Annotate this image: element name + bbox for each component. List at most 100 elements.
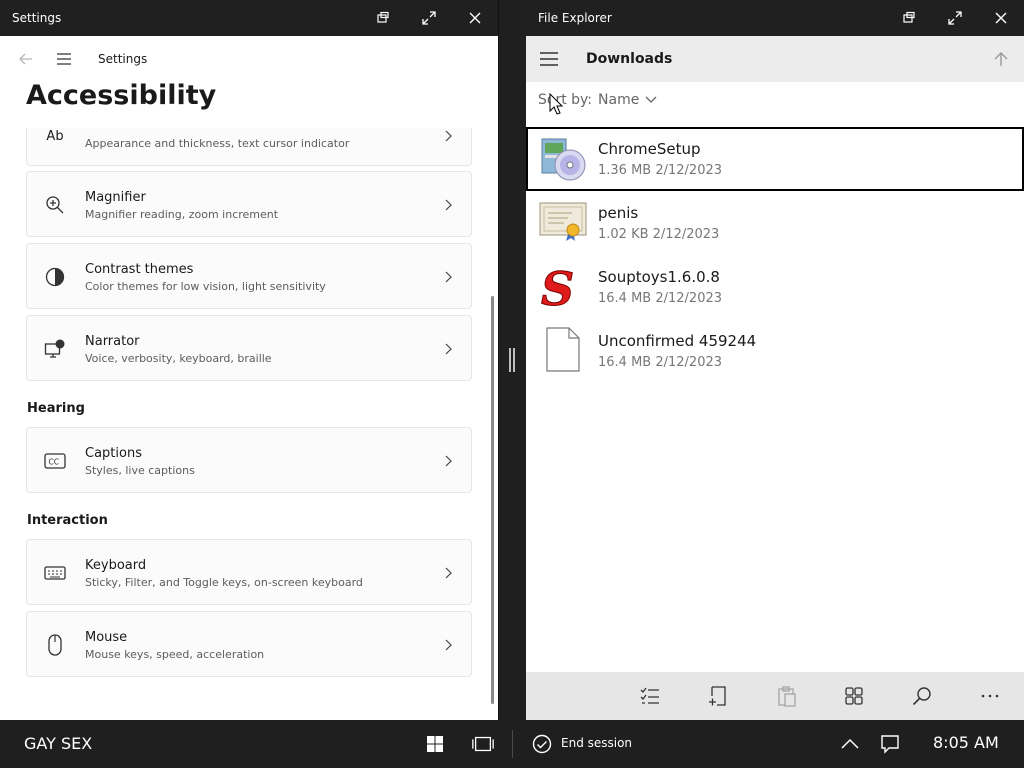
- file-meta: 16.4 MB 2/12/2023: [598, 355, 723, 370]
- keyboard-icon: [43, 562, 67, 584]
- installer-disc-icon: [541, 138, 586, 181]
- back-arrow-icon: [19, 53, 32, 65]
- window-splitter-handle[interactable]: [509, 348, 515, 372]
- taskbar-label: GAY SEX: [24, 734, 93, 753]
- chevron-right-icon: [445, 639, 452, 651]
- file-item-unconfirmed[interactable]: Unconfirmed 459244 16.4 MB 2/12/2023: [526, 319, 1024, 383]
- end-session-icon-button[interactable]: [530, 732, 554, 756]
- paste-button[interactable]: [752, 672, 820, 720]
- text-cursor-card[interactable]: Ab Appearance and thickness, text cursor…: [26, 128, 472, 166]
- settings-scrollbar[interactable]: [491, 296, 494, 704]
- settings-nav-title: Settings: [98, 52, 148, 66]
- snap-icon: [903, 11, 915, 23]
- chevron-right-icon: [445, 199, 452, 211]
- magnifier-subtitle: Magnifier reading, zoom increment: [85, 208, 279, 221]
- chevron-right-icon: [445, 455, 452, 467]
- settings-titlebar[interactable]: Settings: [0, 0, 498, 36]
- back-button[interactable]: [14, 47, 38, 71]
- mouse-title: Mouse: [85, 630, 128, 645]
- clipboard-icon: [778, 686, 796, 707]
- task-view-button[interactable]: [471, 732, 495, 756]
- show-hidden-icons-button[interactable]: [838, 732, 862, 756]
- file-item-chromesetup[interactable]: ChromeSetup 1.36 MB 2/12/2023: [526, 127, 1024, 191]
- captions-icon: CC: [43, 450, 67, 472]
- close-button[interactable]: [452, 0, 498, 36]
- file-name: penis: [598, 204, 639, 222]
- end-session-button[interactable]: End session: [561, 736, 632, 750]
- maximize-button[interactable]: [406, 0, 452, 36]
- more-options-button[interactable]: [956, 672, 1024, 720]
- narrator-icon: [43, 338, 67, 360]
- explorer-menu-button[interactable]: [526, 36, 572, 82]
- chevron-right-icon: [445, 567, 452, 579]
- chevron-right-icon: [445, 130, 452, 142]
- file-meta: 1.36 MB 2/12/2023: [598, 163, 723, 178]
- current-folder-title: Downloads: [586, 51, 673, 67]
- explorer-titlebar[interactable]: File Explorer: [526, 0, 1024, 36]
- sort-value: Name: [598, 92, 640, 108]
- file-item-penis[interactable]: penis 1.02 KB 2/12/2023: [526, 191, 1024, 255]
- blank-file-icon: [546, 327, 580, 372]
- up-folder-button[interactable]: [978, 36, 1024, 82]
- windows-logo-icon: [427, 736, 443, 752]
- magnifier-card[interactable]: Magnifier Magnifier reading, zoom increm…: [26, 171, 472, 237]
- mouse-icon: [43, 634, 67, 656]
- magnifier-icon: [43, 194, 67, 216]
- page-title: Accessibility: [26, 80, 217, 111]
- section-interaction: Interaction: [27, 513, 108, 528]
- svg-text:CC: CC: [49, 458, 59, 467]
- narrator-subtitle: Voice, verbosity, keyboard, braille: [85, 352, 272, 365]
- close-icon: [469, 12, 481, 24]
- task-view-icon: [472, 736, 494, 752]
- settings-window-title: Settings: [12, 11, 62, 25]
- file-name: ChromeSetup: [598, 140, 701, 158]
- start-button[interactable]: [423, 732, 447, 756]
- chevron-right-icon: [445, 343, 452, 355]
- contrast-themes-title: Contrast themes: [85, 262, 194, 277]
- file-meta: 16.4 MB 2/12/2023: [598, 291, 723, 306]
- settings-window: Settings Settings Accessibility Ab Appea…: [0, 0, 499, 720]
- close-button[interactable]: [978, 0, 1024, 36]
- captions-subtitle: Styles, live captions: [85, 464, 195, 477]
- action-center-button[interactable]: [878, 732, 902, 756]
- sort-label: Sort by:: [538, 92, 593, 108]
- view-button[interactable]: [820, 672, 888, 720]
- snap-button[interactable]: [886, 0, 932, 36]
- contrast-themes-card[interactable]: Contrast themes Color themes for low vis…: [26, 243, 472, 309]
- file-name: Souptoys1.6.0.8: [598, 268, 720, 286]
- file-list: ChromeSetup 1.36 MB 2/12/2023 penis 1.02…: [526, 127, 1024, 383]
- menu-button[interactable]: [52, 47, 76, 71]
- contrast-themes-subtitle: Color themes for low vision, light sensi…: [85, 280, 326, 293]
- section-hearing: Hearing: [27, 401, 85, 416]
- souptoys-s-icon: S: [541, 262, 575, 312]
- snap-button[interactable]: [360, 0, 406, 36]
- mouse-card[interactable]: Mouse Mouse keys, speed, acceleration: [26, 611, 472, 677]
- mouse-subtitle: Mouse keys, speed, acceleration: [85, 648, 265, 661]
- expand-icon: [422, 11, 436, 25]
- text-cursor-icon: Ab: [43, 128, 67, 147]
- narrator-card[interactable]: Narrator Voice, verbosity, keyboard, bra…: [26, 315, 472, 381]
- close-icon: [995, 12, 1007, 24]
- explorer-command-bar: [526, 672, 1024, 720]
- explorer-window-title: File Explorer: [538, 11, 612, 25]
- checklist-icon: [640, 687, 659, 704]
- maximize-button[interactable]: [932, 0, 978, 36]
- file-name: Unconfirmed 459244: [598, 332, 757, 350]
- captions-card[interactable]: CC Captions Styles, live captions: [26, 427, 472, 493]
- search-button[interactable]: [888, 672, 956, 720]
- magnifier-title: Magnifier: [85, 190, 146, 205]
- file-item-souptoys[interactable]: S Souptoys1.6.0.8 16.4 MB 2/12/2023: [526, 255, 1024, 319]
- contrast-icon: [43, 266, 67, 288]
- certificate-icon: [539, 202, 587, 241]
- file-meta: 1.02 KB 2/12/2023: [598, 227, 720, 242]
- chevron-down-icon: [645, 96, 657, 103]
- chevron-right-icon: [445, 271, 452, 283]
- clock[interactable]: 8:05 AM: [933, 733, 999, 752]
- taskbar-separator: [512, 730, 513, 758]
- taskbar: GAY SEX End session 8:05 AM: [0, 720, 1024, 768]
- keyboard-card[interactable]: Keyboard Sticky, Filter, and Toggle keys…: [26, 539, 472, 605]
- keyboard-subtitle: Sticky, Filter, and Toggle keys, on-scre…: [85, 576, 363, 589]
- select-mode-button[interactable]: [616, 672, 684, 720]
- new-file-button[interactable]: [684, 672, 752, 720]
- new-item-icon: [709, 686, 726, 706]
